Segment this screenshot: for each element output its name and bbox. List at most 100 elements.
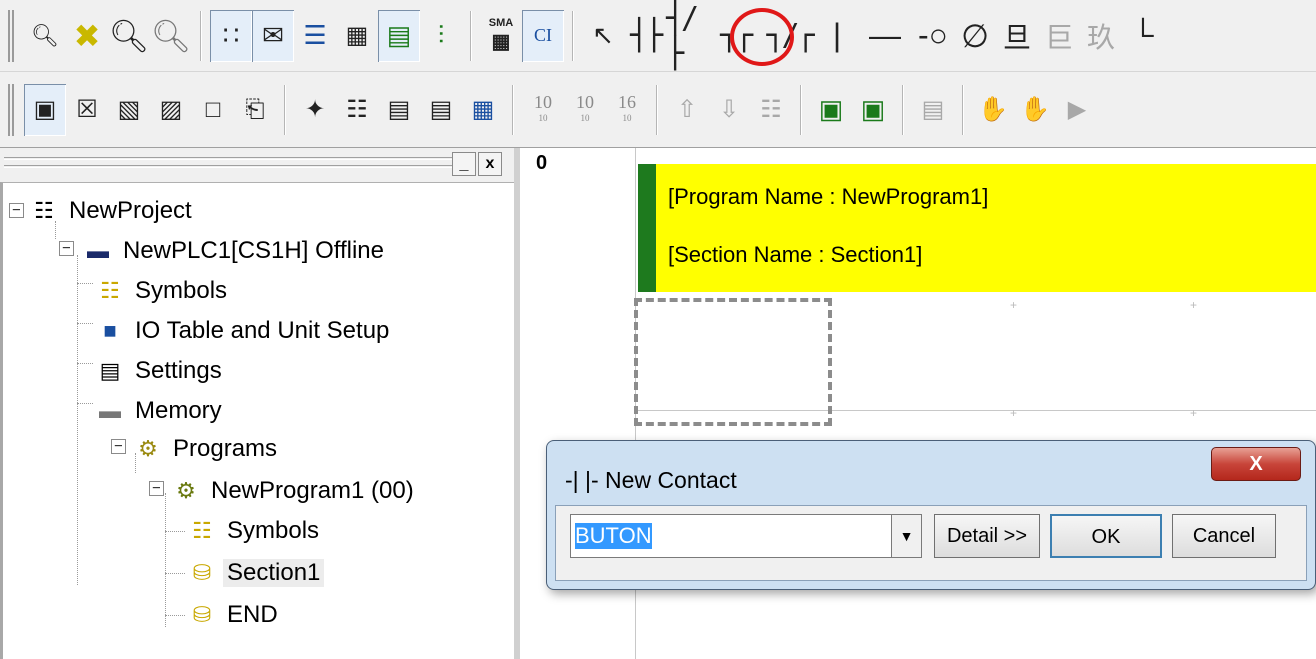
decimal-top: 10 (534, 91, 552, 112)
toolbar-separator (962, 84, 964, 135)
project-view-icon[interactable]: ▣ (24, 83, 66, 136)
horizontal-line-icon[interactable]: — (858, 10, 912, 62)
decimal-signed-bottom: 10 (580, 112, 590, 123)
graph-icon[interactable]: ☒ (66, 84, 108, 136)
contact-operand-input[interactable]: BUTON (570, 514, 892, 558)
tree-expander[interactable]: − (9, 203, 24, 218)
coil-nc-icon[interactable]: ∅ (954, 10, 996, 62)
tree-connector (165, 531, 185, 532)
binary-icon[interactable]: ▦ (462, 84, 504, 136)
cancel-button[interactable]: Cancel (1172, 514, 1276, 558)
transfer-up-icon[interactable]: ⇧ (666, 84, 708, 136)
hand2-icon[interactable]: ✋ (1014, 84, 1056, 136)
tree-item-plc[interactable]: ▬ NewPLC1[CS1H] Offline (83, 233, 388, 269)
grid-dot: + (1010, 406, 1018, 420)
ci-icon[interactable]: CI (522, 9, 564, 62)
project-tree: − − − − ☷ NewProject ▬ NewPLC1[CS1H] Off… (0, 182, 514, 659)
tree-icon[interactable]: ⫶ (420, 10, 462, 62)
toolbar-separator (512, 84, 514, 135)
tree-item-label: Programs (173, 435, 278, 462)
toolbar-grip[interactable] (8, 9, 14, 62)
sma-icon[interactable]: SMA ▦ (480, 10, 522, 62)
tree-item-io-table[interactable]: ■ IO Table and Unit Setup (95, 313, 393, 349)
toolbar-separator (902, 84, 904, 135)
panel-grip-line[interactable] (4, 157, 456, 160)
contact-nc-icon[interactable]: ┤/├ (666, 1, 708, 71)
panel-close-button[interactable]: x (478, 152, 502, 176)
dialog-close-button[interactable]: X (1211, 447, 1301, 481)
memory-icon: ▬ (99, 398, 121, 423)
list-icon[interactable]: ☰ (294, 10, 336, 62)
program-comment-block[interactable]: [Program Name : NewProgram1] [Section Na… (638, 164, 1316, 292)
instruction-icon[interactable]: 旦 (996, 10, 1038, 62)
decimal-icon[interactable]: 10 10 (522, 84, 564, 136)
io-comment-icon[interactable]: ▦ (336, 10, 378, 62)
comment-icon[interactable]: ✉ (252, 9, 294, 62)
instruction2-icon[interactable]: 巨 (1038, 10, 1080, 62)
transfer-down-icon[interactable]: ⇩ (708, 84, 750, 136)
section-name-comment: [Section Name : Section1] (668, 242, 923, 267)
compare-icon[interactable]: ☷ (750, 84, 792, 136)
tree-item-settings[interactable]: ▤ Settings (95, 353, 226, 389)
programs-icon: ⚙ (138, 436, 158, 461)
tree-connector (77, 323, 93, 324)
toolbar-view: ▣ ☒ ▧ ▨ □ ⎗ ✦ ☷ ▤ ▤ ▦ 10 10 10 10 16 10 ⇧ ⇩… (0, 72, 1316, 148)
select-mode-icon[interactable]: ↖ (582, 10, 624, 62)
toolbar-grip[interactable] (8, 83, 14, 136)
tree-item-symbols[interactable]: ☷ Symbols (95, 273, 231, 309)
find-icon[interactable]: ✖ (66, 10, 108, 62)
chart-icon[interactable]: ▧ (108, 84, 150, 136)
coil-icon[interactable]: -○ (912, 10, 954, 62)
props-icon[interactable]: ⎗ (234, 84, 276, 136)
tree-item-end[interactable]: ⛁ END (187, 597, 282, 633)
symbols-icon: ☷ (192, 518, 212, 543)
toolbar-separator (470, 10, 472, 61)
zoom-in-icon[interactable]: 🔍︎ (108, 10, 150, 62)
close-icon: X (1249, 453, 1263, 475)
tree-expander[interactable]: − (111, 439, 126, 454)
instruction3-icon[interactable]: 玖 (1080, 10, 1122, 62)
panel-header: _ x (0, 148, 514, 182)
contact-ornc-icon[interactable]: ┐/┌ (762, 10, 816, 62)
tree-connector (165, 615, 185, 616)
io-table-icon[interactable]: ▤ (378, 84, 420, 136)
edit-icon[interactable]: ▤ (912, 84, 954, 136)
tree-item-program-symbols[interactable]: ☷ Symbols (187, 513, 323, 549)
cross-ref-icon[interactable]: ✦ (294, 84, 336, 136)
close-icon: x (485, 155, 495, 172)
monitor-icon[interactable]: ▣ (852, 84, 894, 136)
zoom-small-icon[interactable]: 🔍︎ (24, 10, 66, 62)
tree-item-section1[interactable]: ⛁ Section1 (187, 555, 325, 591)
contact-or-icon[interactable]: ┐┌ (708, 10, 762, 62)
line-corner-icon[interactable]: └ (1122, 10, 1164, 62)
symbols-icon[interactable]: ☷ (336, 84, 378, 136)
operand-dropdown-button[interactable]: ▼ (892, 514, 922, 558)
tree-item-newproject[interactable]: ☷ NewProject (29, 193, 196, 229)
window-icon[interactable]: □ (192, 84, 234, 136)
detail-button[interactable]: Detail >> (934, 514, 1040, 558)
decimal-signed-icon[interactable]: 10 10 (564, 84, 606, 136)
ladder-cursor[interactable] (634, 298, 832, 426)
tree-expander[interactable]: − (149, 481, 164, 496)
rung-comment-icon[interactable]: ▤ (378, 9, 420, 62)
vertical-line-icon[interactable]: | (816, 10, 858, 62)
tree-expander[interactable]: − (59, 241, 74, 256)
panel-minimize-button[interactable]: _ (452, 152, 476, 176)
ok-button[interactable]: OK (1050, 514, 1162, 558)
hand-icon[interactable]: ✋ (972, 84, 1014, 136)
online-icon[interactable]: ▣ (810, 84, 852, 136)
tree-item-newprogram1[interactable]: ⚙ NewProgram1 (00) (171, 473, 418, 509)
zoom-out-icon[interactable]: 🔍︎ (150, 10, 192, 62)
contact-no-icon[interactable]: ┤├ (624, 10, 666, 62)
toolbar-separator (656, 84, 658, 135)
tree-item-memory[interactable]: ▬ Memory (95, 393, 226, 429)
memory-view-icon[interactable]: ▤ (420, 84, 462, 136)
panel-grip-line[interactable] (4, 165, 456, 168)
tree-item-programs[interactable]: ⚙ Programs (133, 431, 281, 467)
plc-icon: ▬ (87, 238, 109, 263)
hex-top: 16 (618, 91, 636, 112)
chart2-icon[interactable]: ▨ (150, 84, 192, 136)
grid-toggle-icon[interactable]: ∷ (210, 9, 252, 62)
run-icon[interactable]: ▶ (1056, 84, 1098, 136)
hex-icon[interactable]: 16 10 (606, 84, 648, 136)
